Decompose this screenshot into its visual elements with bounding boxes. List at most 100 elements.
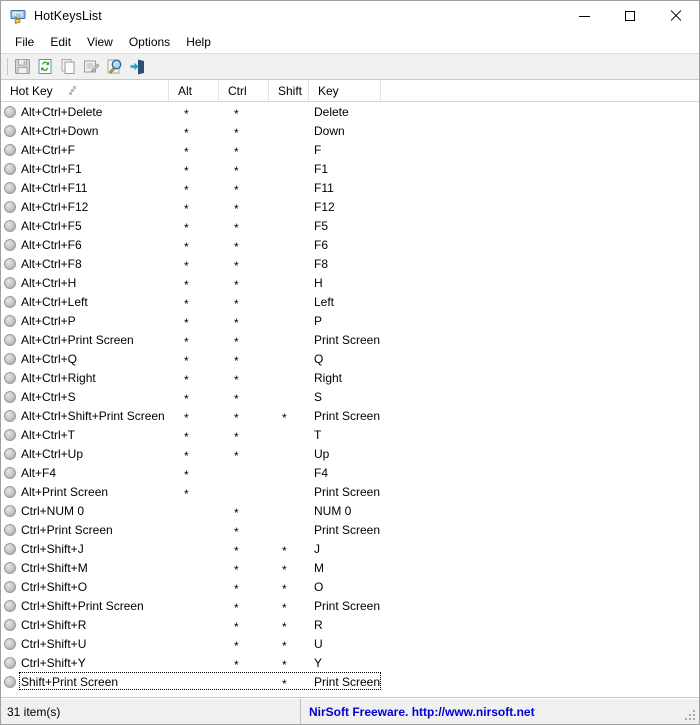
save-button[interactable] <box>11 56 34 78</box>
cell-alt: * <box>169 178 219 197</box>
table-row[interactable]: Alt+F4 * F4 <box>1 463 699 482</box>
table-row[interactable]: Alt+Ctrl+P * * P <box>1 311 699 330</box>
cell-shift: * <box>269 539 309 558</box>
table-row[interactable]: Alt+Ctrl+F11 * * F11 <box>1 178 699 197</box>
properties-button[interactable] <box>80 56 103 78</box>
table-row[interactable]: Alt+Ctrl+T * * T <box>1 425 699 444</box>
table-row[interactable]: Ctrl+Print Screen * Print Screen <box>1 520 699 539</box>
copy-button[interactable] <box>57 56 80 78</box>
cell-hotkey-label: Ctrl+Shift+Y <box>21 655 86 670</box>
hotkey-bullet-icon <box>4 105 16 118</box>
cell-alt: * <box>169 273 219 292</box>
cell-alt-star: * <box>184 486 189 501</box>
hotkey-bullet-icon <box>4 428 16 441</box>
maximize-button[interactable] <box>607 1 653 31</box>
cell-ctrl-star: * <box>234 239 239 254</box>
cell-key: F5 <box>314 218 329 233</box>
table-row[interactable]: Ctrl+Shift+R * * R <box>1 615 699 634</box>
cell-alt-star: * <box>184 391 189 406</box>
table-row[interactable]: Shift+Print Screen * Print Screen <box>1 672 699 691</box>
cell-hotkey-label: Alt+Ctrl+F5 <box>21 218 82 233</box>
table-row[interactable]: Alt+Ctrl+F12 * * F12 <box>1 197 699 216</box>
cell-shift <box>269 387 309 406</box>
find-button[interactable] <box>103 56 126 78</box>
table-row[interactable]: Ctrl+Shift+Y * * Y <box>1 653 699 672</box>
menu-help[interactable]: Help <box>178 33 219 52</box>
cell-hotkey: Alt+Ctrl+Print Screen <box>1 330 169 349</box>
table-row[interactable]: Alt+Ctrl+Print Screen * * Print Screen <box>1 330 699 349</box>
cell-alt: * <box>169 330 219 349</box>
menu-options[interactable]: Options <box>121 33 178 52</box>
table-row[interactable]: Ctrl+Shift+U * * U <box>1 634 699 653</box>
cell-hotkey: Ctrl+Shift+Print Screen <box>1 596 169 615</box>
table-row[interactable]: Alt+Ctrl+F8 * * F8 <box>1 254 699 273</box>
cell-ctrl: * <box>219 140 269 159</box>
menu-file[interactable]: File <box>7 33 42 52</box>
cell-shift <box>269 520 309 539</box>
cell-key: Print Screen <box>314 332 381 347</box>
cell-hotkey: Alt+Ctrl+P <box>1 311 169 330</box>
minimize-button[interactable] <box>561 1 607 31</box>
cell-ctrl-star: * <box>234 144 239 159</box>
table-row[interactable]: Ctrl+NUM 0 * NUM 0 <box>1 501 699 520</box>
table-row[interactable]: Alt+Ctrl+Down * * Down <box>1 121 699 140</box>
cell-ctrl: * <box>219 558 269 577</box>
cell-shift-star: * <box>282 638 287 653</box>
cell-hotkey-label: Alt+Ctrl+Shift+Print Screen <box>21 408 165 423</box>
menu-view[interactable]: View <box>79 33 121 52</box>
table-row[interactable]: Alt+Ctrl+F1 * * F1 <box>1 159 699 178</box>
table-row[interactable]: Ctrl+Shift+M * * M <box>1 558 699 577</box>
table-row[interactable]: Alt+Ctrl+S * * S <box>1 387 699 406</box>
cell-ctrl-star: * <box>234 524 239 539</box>
table-row[interactable]: Alt+Ctrl+Up * * Up <box>1 444 699 463</box>
hotkey-bullet-icon <box>4 257 16 270</box>
hotkey-bullet-icon <box>4 124 16 137</box>
refresh-button[interactable] <box>34 56 57 78</box>
table-row[interactable]: Alt+Ctrl+Delete * * Delete <box>1 102 699 121</box>
cell-hotkey-label: Alt+Ctrl+P <box>21 313 76 328</box>
column-header-key[interactable]: Key <box>309 80 381 101</box>
cell-shift <box>269 178 309 197</box>
maximize-icon <box>625 11 635 21</box>
cell-key: S <box>314 389 323 404</box>
cell-hotkey: Ctrl+Shift+O <box>1 577 169 596</box>
cell-hotkey: Alt+Ctrl+Down <box>1 121 169 140</box>
cell-shift-star: * <box>282 676 287 691</box>
table-row[interactable]: Alt+Ctrl+Shift+Print Screen * * * Print Scre… <box>1 406 699 425</box>
table-row[interactable]: Ctrl+Shift+Print Screen * * Print Screen <box>1 596 699 615</box>
cell-shift <box>269 140 309 159</box>
table-row[interactable]: Alt+Print Screen * Print Screen <box>1 482 699 501</box>
table-row[interactable]: Ctrl+Shift+O * * O <box>1 577 699 596</box>
hotkey-bullet-icon <box>4 162 16 175</box>
cell-ctrl: * <box>219 292 269 311</box>
column-header-hotkey[interactable]: Hot Key <box>1 80 169 101</box>
column-header-ctrl[interactable]: Ctrl <box>219 80 269 101</box>
column-header-shift[interactable]: Shift <box>269 80 309 101</box>
hotkey-bullet-icon <box>4 637 16 650</box>
status-nirsoft-link[interactable]: NirSoft Freeware. http://www.nirsoft.net <box>301 699 699 724</box>
window-title: HotKeysList <box>34 9 102 23</box>
close-button[interactable] <box>653 1 699 31</box>
hotkey-bullet-icon <box>4 504 16 517</box>
cell-alt-star: * <box>184 258 189 273</box>
cell-hotkey-label: Alt+Ctrl+H <box>21 275 77 290</box>
cell-ctrl: * <box>219 444 269 463</box>
cell-ctrl: * <box>219 406 269 425</box>
table-row[interactable]: Alt+Ctrl+F6 * * F6 <box>1 235 699 254</box>
hotkey-bullet-icon <box>4 238 16 251</box>
exit-button[interactable] <box>126 56 149 78</box>
table-row[interactable]: Alt+Ctrl+Left * * Left <box>1 292 699 311</box>
table-row[interactable]: Alt+Ctrl+H * * H <box>1 273 699 292</box>
cell-alt <box>169 520 219 539</box>
table-row[interactable]: Ctrl+Shift+J * * J <box>1 539 699 558</box>
cell-shift <box>269 197 309 216</box>
resize-grip-icon[interactable] <box>685 710 697 722</box>
table-row[interactable]: Alt+Ctrl+Q * * Q <box>1 349 699 368</box>
menu-edit[interactable]: Edit <box>42 33 79 52</box>
table-row[interactable]: Alt+Ctrl+F * * F <box>1 140 699 159</box>
cell-hotkey-label: Alt+F4 <box>21 465 57 480</box>
table-row[interactable]: Alt+Ctrl+Right * * Right <box>1 368 699 387</box>
column-header-alt[interactable]: Alt <box>169 80 219 101</box>
table-row[interactable]: Alt+Ctrl+F5 * * F5 <box>1 216 699 235</box>
cell-key: F <box>314 142 322 157</box>
